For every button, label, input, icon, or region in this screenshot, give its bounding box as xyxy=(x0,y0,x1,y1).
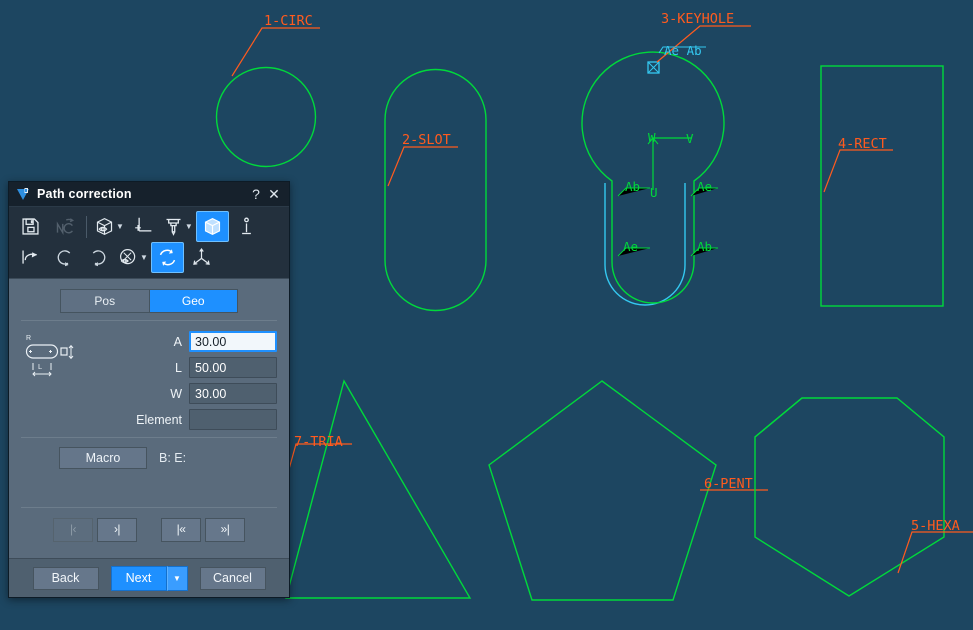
chevron-down-icon[interactable]: ▼ xyxy=(116,222,124,231)
tool-button[interactable]: ▼ xyxy=(161,211,195,242)
field-element[interactable] xyxy=(189,409,277,430)
coordinate-axes-icon xyxy=(191,247,212,268)
svg-text:L: L xyxy=(38,362,42,371)
scissors-eye-icon xyxy=(118,247,139,268)
back-button[interactable]: Back xyxy=(32,566,99,590)
dialog-footer: Back Next ▼ Cancel xyxy=(9,558,289,597)
help-button[interactable]: ? xyxy=(247,187,265,201)
view-workpiece-button[interactable]: ▼ xyxy=(92,211,126,242)
axis-label-w: W xyxy=(648,130,656,145)
coordinate-axes-button[interactable] xyxy=(185,242,218,273)
app-logo-icon xyxy=(15,186,31,202)
toolbar-row-1: ▼ ▼ xyxy=(14,211,284,242)
rotate-cw-button[interactable] xyxy=(82,242,115,273)
marker-label-lower-right: Ab xyxy=(697,239,712,254)
cancel-button[interactable]: Cancel xyxy=(199,566,266,590)
next-split-button: Next ▼ xyxy=(110,565,188,591)
field-label-a: A xyxy=(173,334,182,349)
geometry-fields: R L A L xyxy=(21,323,277,430)
field-label-element: Element xyxy=(136,412,182,427)
path-correction-dialog: Path correction ? ✕ ▼ ▼ ▼ Pos Geo R L A … xyxy=(8,181,290,598)
shape-label-6-pent: 6-PENT xyxy=(704,476,753,492)
info-button[interactable] xyxy=(230,211,263,242)
application-window: 1-CIRC 2-SLOT 3-KEYHOLE Ae Ab W V U Ab A… xyxy=(0,0,973,630)
milling-tool-icon xyxy=(163,216,184,237)
svg-text:R: R xyxy=(26,335,31,342)
field-a[interactable] xyxy=(189,331,277,352)
solid-cube-icon xyxy=(202,216,223,237)
chevron-down-icon[interactable]: ▼ xyxy=(166,565,188,591)
field-row-element: Element xyxy=(21,409,277,430)
info-pillar-icon xyxy=(236,216,257,237)
solid-view-button[interactable] xyxy=(195,211,229,242)
field-label-l: L xyxy=(175,360,182,375)
floppy-disk-icon xyxy=(20,216,41,237)
undo-hook-icon xyxy=(20,247,41,268)
toolbar-separator xyxy=(86,215,87,238)
shape-label-4-rect: 4-RECT xyxy=(838,136,887,152)
nc-output-button[interactable] xyxy=(48,211,81,242)
next-button[interactable]: Next xyxy=(110,565,167,591)
cube-eye-icon xyxy=(94,216,115,237)
marker-label-lower-left: Ae xyxy=(623,239,638,254)
shape-label-1-circ: 1-CIRC xyxy=(264,13,313,29)
refresh-cycle-icon xyxy=(157,247,178,268)
path-start-marker[interactable] xyxy=(647,61,660,74)
chevron-down-icon[interactable]: ▼ xyxy=(185,222,193,231)
cut-preview-button[interactable]: ▼ xyxy=(116,242,150,273)
pos-geo-tabs: Pos Geo xyxy=(60,289,238,313)
chevron-down-icon[interactable]: ▼ xyxy=(140,253,148,262)
field-l[interactable] xyxy=(189,357,277,378)
rotate-cw-icon xyxy=(88,247,109,268)
macro-divider xyxy=(21,437,277,438)
rotate-ccw-icon xyxy=(54,247,75,268)
close-button[interactable]: ✕ xyxy=(265,187,283,201)
save-button[interactable] xyxy=(14,211,47,242)
marker-label-upper-left: Ab xyxy=(625,179,640,194)
shape-label-5-hexa: 5-HEXA xyxy=(911,518,960,534)
nav-last-group[interactable]: »| xyxy=(205,518,245,542)
tab-pos[interactable]: Pos xyxy=(61,290,150,312)
shape-label-2-slot: 2-SLOT xyxy=(402,132,451,148)
rotate-ccw-button[interactable] xyxy=(48,242,81,273)
dialog-title: Path correction xyxy=(37,187,132,201)
element-navigation: |‹ ›| |« »| xyxy=(21,507,277,552)
slot-dimension-icon: R L xyxy=(21,331,87,383)
begin-end-text: B: E: xyxy=(159,451,187,465)
shape-label-7-tria: 7-TRIA xyxy=(294,434,343,450)
field-row-w: W xyxy=(21,383,277,404)
marker-label-upper-right: Ae xyxy=(697,179,712,194)
axis-label-v: V xyxy=(686,131,694,146)
marker-label-start-end: Ae Ab xyxy=(664,43,702,58)
dialog-titlebar[interactable]: Path correction ? ✕ xyxy=(9,182,289,207)
dialog-form: Pos Geo R L A 30.00 L 50.00 W 30.00 Elem… xyxy=(9,279,289,558)
nc-arrow-icon xyxy=(54,216,75,237)
undo-path-button[interactable] xyxy=(14,242,47,273)
refresh-button[interactable] xyxy=(150,242,184,273)
shape-label-3-keyhole: 3-KEYHOLE xyxy=(661,11,734,27)
macro-button[interactable]: Macro xyxy=(59,447,147,469)
nav-first-group[interactable]: |« xyxy=(161,518,201,542)
macro-row: Macro B: E: xyxy=(21,447,277,469)
tab-geo[interactable]: Geo xyxy=(149,290,237,312)
toolbar-row-2: ▼ xyxy=(14,242,284,273)
nav-next-element[interactable]: ›| xyxy=(97,518,137,542)
nav-first-element[interactable]: |‹ xyxy=(53,518,93,542)
axis-label-u: U xyxy=(650,185,658,200)
form-divider xyxy=(21,320,277,321)
origin-button[interactable] xyxy=(127,211,160,242)
field-w[interactable] xyxy=(189,383,277,404)
dialog-toolbar: ▼ ▼ ▼ xyxy=(9,207,289,279)
field-label-w: W xyxy=(170,386,182,401)
axis-origin-icon xyxy=(133,216,154,237)
